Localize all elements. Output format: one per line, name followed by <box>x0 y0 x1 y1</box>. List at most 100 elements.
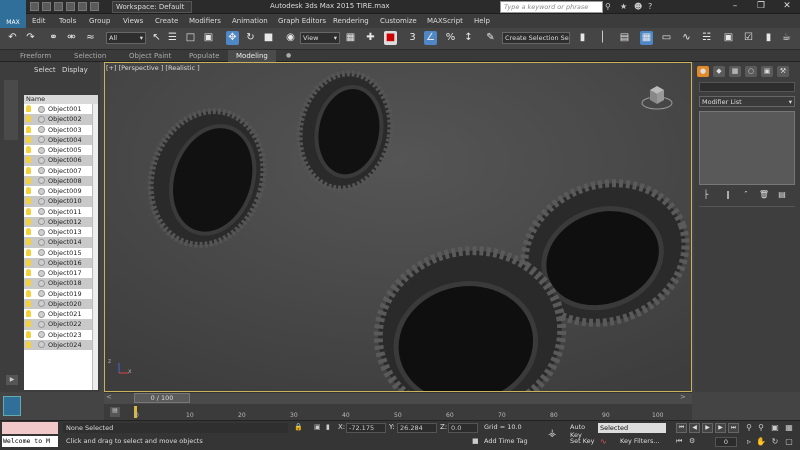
menu-maxscript[interactable]: MAXScript <box>427 14 463 28</box>
selection-filter-dropdown[interactable]: All ▾ <box>106 32 146 44</box>
light-bulb-icon[interactable] <box>26 330 31 338</box>
maxscript-output[interactable]: Welcome to M <box>2 436 58 447</box>
object-name-field[interactable] <box>699 82 795 92</box>
show-end-result-icon[interactable]: ‖ <box>721 190 735 202</box>
project-folder-icon[interactable] <box>90 2 99 11</box>
ribbon-tab-selection[interactable]: Selection <box>74 50 106 62</box>
time-slider[interactable]: 0 / 100 <box>134 393 190 403</box>
utilities-tab-icon[interactable]: ⚒ <box>777 66 789 77</box>
light-bulb-icon[interactable] <box>26 166 31 174</box>
light-bulb-icon[interactable] <box>26 217 31 225</box>
remove-modifier-icon[interactable]: 🗑 <box>757 190 771 202</box>
move-icon[interactable]: ✥ <box>226 31 239 45</box>
select-object-icon[interactable]: ↖ <box>150 31 163 45</box>
list-item[interactable]: Object014 <box>24 237 98 248</box>
scene-tab-select[interactable]: Select <box>34 66 56 74</box>
pan-icon[interactable]: ✋ <box>756 437 766 447</box>
default-in-out-tangents-icon[interactable]: ∿ <box>600 437 614 447</box>
close-button[interactable]: ✕ <box>774 0 800 14</box>
field-of-view-icon[interactable]: ▹ <box>744 437 754 447</box>
time-next-icon[interactable]: > <box>680 393 690 403</box>
key-mode-dropdown[interactable]: Selected <box>598 423 666 433</box>
menu-animation[interactable]: Animation <box>232 14 268 28</box>
list-item[interactable]: Object002 <box>24 114 98 125</box>
list-item[interactable]: Object005 <box>24 145 98 155</box>
search-icon[interactable]: ⚲ <box>605 2 614 11</box>
curve-editor-icon[interactable]: ∿ <box>680 31 693 45</box>
list-item[interactable]: Object004 <box>24 134 98 145</box>
list-item[interactable]: Object003 <box>24 125 98 135</box>
zoom-all-icon[interactable]: ⚲ <box>756 423 766 433</box>
light-bulb-icon[interactable] <box>26 125 31 133</box>
list-item[interactable]: Object010 <box>24 196 98 207</box>
viewcube-icon[interactable] <box>640 80 674 114</box>
layer-manager-icon[interactable]: ▤ <box>618 31 631 45</box>
keyboard-shortcut-override-icon[interactable]: ■ <box>384 31 397 45</box>
window-crossing-icon[interactable]: ▣ <box>202 31 215 45</box>
light-bulb-icon[interactable] <box>26 310 31 317</box>
app-menu-button[interactable]: MAX <box>0 0 26 28</box>
scale-icon[interactable]: ■ <box>262 31 275 45</box>
light-bulb-icon[interactable] <box>26 146 31 153</box>
isolate-toggle-icon[interactable]: ▣ <box>314 423 324 433</box>
material-editor-icon[interactable]: ▣ <box>722 31 735 45</box>
expand-arrow-icon[interactable]: ▶ <box>6 375 18 385</box>
orbit-icon[interactable]: ↻ <box>770 437 780 447</box>
make-unique-icon[interactable]: ″ <box>739 190 753 202</box>
go-to-start-icon[interactable]: ⏮ <box>676 423 687 433</box>
modifier-list-dropdown[interactable]: Modifier List ▾ <box>699 96 795 107</box>
perspective-viewport[interactable] <box>104 62 692 392</box>
list-item[interactable]: Object009 <box>24 186 98 196</box>
undo-quick-icon[interactable] <box>66 2 75 11</box>
y-coordinate-field[interactable]: 26.284 <box>397 423 437 433</box>
light-bulb-icon[interactable] <box>26 320 31 328</box>
mirror-icon[interactable]: ▮ <box>576 31 589 45</box>
go-to-end-icon[interactable]: ⏭ <box>728 423 739 433</box>
auto-key-button[interactable]: Auto Key <box>570 423 596 439</box>
ribbon-tab-populate[interactable]: Populate <box>189 50 219 62</box>
key-mode-toggle-icon[interactable]: ⏮ <box>676 437 686 447</box>
set-key-mode-icon[interactable]: ⚶ <box>548 428 566 442</box>
light-bulb-icon[interactable] <box>26 197 31 205</box>
list-item[interactable]: Object021 <box>24 309 98 319</box>
list-scrollbar[interactable] <box>92 104 98 390</box>
configure-modifier-sets-icon[interactable]: ▤ <box>775 190 789 202</box>
named-selection-dropdown[interactable]: Create Selection Se <box>502 32 570 44</box>
select-by-name-icon[interactable]: ☰ <box>166 31 179 45</box>
key-filters-button[interactable]: Key Filters... <box>620 437 660 445</box>
zoom-extents-icon[interactable]: ▣ <box>770 423 780 433</box>
light-bulb-icon[interactable] <box>26 238 31 246</box>
percent-snap-icon[interactable]: % <box>444 31 457 45</box>
menu-edit[interactable]: Edit <box>32 14 46 28</box>
list-item[interactable]: Object011 <box>24 207 98 217</box>
light-bulb-icon[interactable] <box>26 156 31 164</box>
column-header-name[interactable]: Name <box>24 95 98 104</box>
play-icon[interactable]: ▶ <box>702 423 713 433</box>
light-bulb-icon[interactable] <box>26 105 31 112</box>
align-icon[interactable]: │ <box>596 31 609 45</box>
minimize-button[interactable]: – <box>722 0 748 14</box>
light-bulb-icon[interactable] <box>26 340 31 348</box>
time-slider-track[interactable] <box>104 392 692 404</box>
light-bulb-icon[interactable] <box>26 299 31 307</box>
motion-tab-icon[interactable]: ○ <box>745 66 757 77</box>
time-config-icon[interactable]: ⚙ <box>689 437 699 447</box>
schematic-view-icon[interactable]: ☵ <box>700 31 713 45</box>
menu-tools[interactable]: Tools <box>59 14 76 28</box>
menu-graph-editors[interactable]: Graph Editors <box>278 14 326 28</box>
rendered-frame-icon[interactable]: ▮ <box>762 31 775 45</box>
light-bulb-icon[interactable] <box>26 269 31 276</box>
current-frame-field[interactable]: 0 <box>715 437 737 447</box>
maxscript-mini-icon[interactable] <box>3 396 21 416</box>
list-item[interactable]: Object022 <box>24 319 98 330</box>
light-bulb-icon[interactable] <box>26 258 31 266</box>
mini-curve-editor-icon[interactable]: ▤ <box>110 407 120 417</box>
workspace-dropdown[interactable]: Workspace: Default <box>112 1 192 13</box>
menu-help[interactable]: Help <box>474 14 490 28</box>
light-bulb-icon[interactable] <box>26 289 31 297</box>
list-item[interactable]: Object012 <box>24 216 98 227</box>
redo-quick-icon[interactable] <box>78 2 87 11</box>
time-prev-icon[interactable]: < <box>106 393 116 403</box>
unlink-icon[interactable]: ⚮ <box>65 31 78 45</box>
list-item[interactable]: Object007 <box>24 166 98 176</box>
